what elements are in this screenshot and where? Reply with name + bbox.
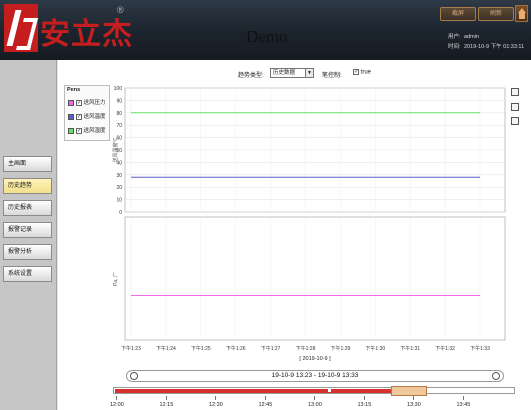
timeline-tick xyxy=(264,396,266,400)
time-range-text: 19-10-9 13:23 - 19-10-9 13:33 xyxy=(271,372,359,379)
upper-y-axis-label: 送风温度℃ xyxy=(112,137,119,162)
y-tick-label: 70 xyxy=(116,123,122,129)
timeline-tick xyxy=(116,396,117,400)
expand-icon[interactable] xyxy=(511,88,519,96)
x-tick-label: 下午1:31 xyxy=(400,345,420,352)
x-tick-label: 下午1:30 xyxy=(365,345,385,352)
timeline-fill xyxy=(115,389,391,393)
timeline-label: 12:30 xyxy=(209,402,223,408)
print-icon[interactable] xyxy=(511,103,519,111)
y-tick-label: 100 xyxy=(114,86,123,92)
save-icon[interactable] xyxy=(511,117,519,125)
timeline-label: 13:30 xyxy=(407,402,421,408)
time-range-bar[interactable]: 19-10-9 13:23 - 19-10-9 13:33 xyxy=(126,370,504,382)
timeline-tick xyxy=(215,396,216,400)
timeline-tick xyxy=(314,396,315,400)
y-tick-label: 0 xyxy=(119,210,122,216)
x-tick-label: 下午1:29 xyxy=(331,345,351,352)
x-tick-label: 下午1:24 xyxy=(156,345,176,352)
y-tick-label: 20 xyxy=(116,185,122,191)
timeline-label: 13:00 xyxy=(308,402,322,408)
x-tick-label: 下午1:32 xyxy=(435,345,455,352)
x-tick-label: 下午1:33 xyxy=(470,345,490,352)
timeline-tick xyxy=(363,396,365,400)
x-tick-label: 下午1:28 xyxy=(296,345,316,352)
timeline-label: 13:45 xyxy=(456,402,471,408)
timeline-marker xyxy=(328,389,331,392)
timeline-tick xyxy=(165,396,167,400)
x-tick-label: 下午1:26 xyxy=(226,345,246,352)
x-tick-label: 下午1:25 xyxy=(191,345,211,352)
magnifier-icon[interactable] xyxy=(492,372,500,380)
timeline-label: 12:45 xyxy=(258,402,273,408)
x-axis-label: [ 2019-10-9 ] xyxy=(299,356,331,362)
trend-chart: 0102030405060708090100下午1:23 下午1:24 下午1:25… xyxy=(112,86,506,362)
timeline-label: 12:00 xyxy=(110,402,124,408)
timeline-label: 12:15 xyxy=(159,402,174,408)
timeline-scrollbar[interactable] xyxy=(113,386,515,396)
y-tick-label: 90 xyxy=(116,98,122,104)
timeline-thumb[interactable] xyxy=(391,386,427,396)
timeline-tick xyxy=(462,396,464,400)
timeline-label: 13:15 xyxy=(357,402,372,408)
y-tick-label: 30 xyxy=(116,173,122,179)
lower-y-axis-label: Pa, 厂 xyxy=(113,272,119,286)
x-tick-label: 下午1:27 xyxy=(261,345,281,352)
y-tick-label: 80 xyxy=(116,111,122,117)
timeline-tick xyxy=(413,396,414,400)
y-tick-label: 10 xyxy=(116,198,122,204)
lower-plot-area xyxy=(124,216,506,341)
x-tick-label: 下午1:23 xyxy=(121,345,141,352)
